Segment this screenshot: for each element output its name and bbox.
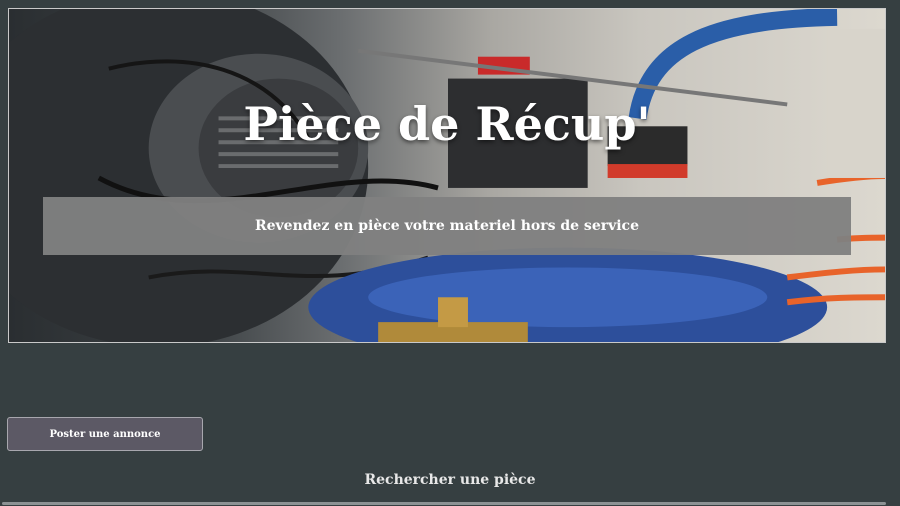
tagline-text: Revendez en pièce votre materiel hors de… — [255, 218, 639, 234]
hero-background-image — [9, 9, 885, 342]
search-section-heading: Rechercher une pièce — [364, 472, 536, 488]
site-title: Pièce de Récup' — [243, 97, 651, 151]
horizontal-scrollbar[interactable] — [2, 502, 886, 505]
post-ad-button[interactable]: Poster une annonce — [7, 417, 203, 451]
tagline-banner: Revendez en pièce votre materiel hors de… — [43, 197, 851, 255]
hero-banner: Pièce de Récup' Revendez en pièce votre … — [8, 8, 886, 343]
